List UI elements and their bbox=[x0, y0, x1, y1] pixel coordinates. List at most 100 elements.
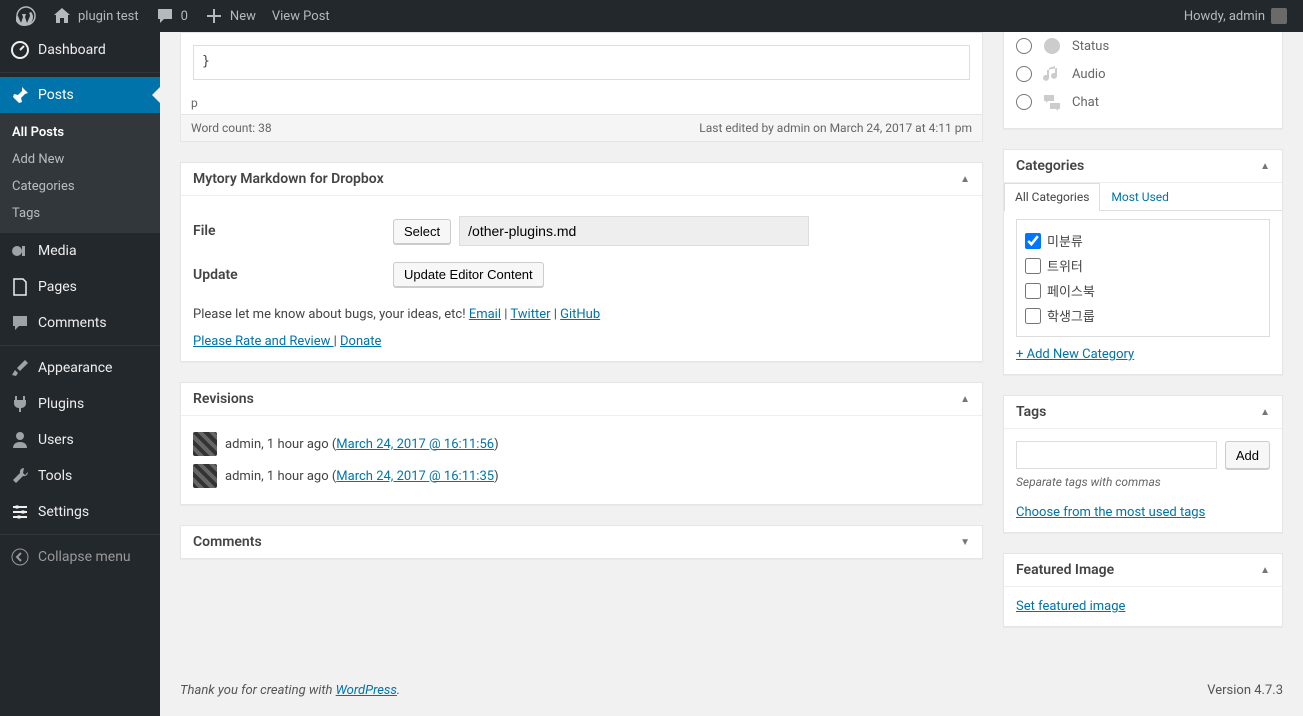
format-audio[interactable]: Audio bbox=[1016, 60, 1270, 88]
user-icon bbox=[10, 430, 30, 450]
tab-most-used[interactable]: Most Used bbox=[1100, 183, 1180, 210]
menu-dashboard[interactable]: Dashboard bbox=[0, 32, 160, 68]
mytory-markdown-box: Mytory Markdown for Dropbox ▲ File Selec… bbox=[180, 162, 983, 362]
tab-all-categories[interactable]: All Categories bbox=[1004, 183, 1100, 211]
format-status[interactable]: Status bbox=[1016, 32, 1270, 60]
avatar bbox=[1271, 8, 1287, 24]
category-list: 미분류 트위터 페이스북 학생그룹 bbox=[1016, 219, 1270, 337]
file-path-input[interactable] bbox=[459, 216, 809, 246]
donate-link[interactable]: Donate bbox=[340, 334, 381, 349]
editor-container: } p Word count: 38 Last edited by admin … bbox=[180, 32, 983, 142]
home-icon bbox=[52, 6, 72, 26]
brush-icon bbox=[10, 358, 30, 378]
toggle-icon[interactable]: ▲ bbox=[960, 174, 970, 185]
version-text: Version 4.7.3 bbox=[1207, 683, 1283, 698]
wp-logo[interactable] bbox=[8, 0, 44, 32]
comments-title: Comments bbox=[193, 534, 262, 550]
status-icon bbox=[1042, 36, 1062, 56]
toggle-icon[interactable]: ▲ bbox=[960, 394, 970, 405]
toggle-icon[interactable]: ▲ bbox=[1260, 565, 1270, 576]
set-featured-link[interactable]: Set featured image bbox=[1016, 599, 1125, 614]
github-link[interactable]: GitHub bbox=[560, 307, 600, 322]
new-content[interactable]: New bbox=[196, 0, 264, 32]
media-icon bbox=[10, 241, 30, 261]
submenu-tags[interactable]: Tags bbox=[0, 200, 160, 227]
last-edited: Last edited by admin on March 24, 2017 a… bbox=[699, 121, 972, 135]
editor-element-path[interactable]: p bbox=[181, 92, 982, 114]
menu-comments[interactable]: Comments bbox=[0, 305, 160, 341]
comments-link[interactable]: 0 bbox=[147, 0, 196, 32]
submenu-add-new[interactable]: Add New bbox=[0, 146, 160, 173]
howdy-account[interactable]: Howdy, admin bbox=[1176, 0, 1295, 32]
plug-icon bbox=[10, 394, 30, 414]
plus-icon bbox=[204, 6, 224, 26]
wordpress-icon bbox=[16, 6, 36, 26]
category-item[interactable]: 미분류 bbox=[1025, 228, 1261, 253]
word-count: Word count: 38 bbox=[191, 121, 272, 135]
comments-count: 0 bbox=[181, 9, 188, 24]
submenu-all-posts[interactable]: All Posts bbox=[0, 119, 160, 146]
featured-title: Featured Image bbox=[1016, 562, 1114, 578]
revision-link[interactable]: March 24, 2017 @ 16:11:35 bbox=[336, 469, 494, 484]
category-item[interactable]: 학생그룹 bbox=[1025, 303, 1261, 328]
page-icon bbox=[10, 277, 30, 297]
submenu-categories[interactable]: Categories bbox=[0, 173, 160, 200]
editor-content[interactable]: } bbox=[181, 33, 982, 92]
wordpress-link[interactable]: WordPress bbox=[336, 683, 397, 698]
menu-media[interactable]: Media bbox=[0, 233, 160, 269]
tags-title: Tags bbox=[1016, 404, 1046, 420]
collapse-menu[interactable]: Collapse menu bbox=[0, 539, 160, 575]
site-name: plugin test bbox=[78, 9, 139, 24]
category-item[interactable]: 페이스북 bbox=[1025, 278, 1261, 303]
feedback-text: Please let me know about bugs, your idea… bbox=[193, 307, 469, 322]
add-tag-button[interactable]: Add bbox=[1225, 441, 1270, 469]
avatar bbox=[193, 432, 217, 456]
choose-tags-link[interactable]: Choose from the most used tags bbox=[1016, 505, 1205, 520]
tag-input[interactable] bbox=[1016, 441, 1217, 469]
categories-title: Categories bbox=[1016, 158, 1084, 174]
revisions-box: Revisions ▲ admin, 1 hour ago (March 24,… bbox=[180, 382, 983, 505]
menu-plugins[interactable]: Plugins bbox=[0, 386, 160, 422]
menu-pages[interactable]: Pages bbox=[0, 269, 160, 305]
menu-appearance[interactable]: Appearance bbox=[0, 350, 160, 386]
twitter-link[interactable]: Twitter bbox=[510, 307, 550, 322]
toggle-icon[interactable]: ▲ bbox=[1260, 407, 1270, 418]
add-category-link[interactable]: + Add New Category bbox=[1016, 347, 1134, 362]
view-post[interactable]: View Post bbox=[264, 0, 338, 32]
menu-tools[interactable]: Tools bbox=[0, 458, 160, 494]
category-item[interactable]: 트위터 bbox=[1025, 253, 1261, 278]
menu-posts[interactable]: Posts bbox=[0, 77, 160, 113]
rate-link[interactable]: Please Rate and Review bbox=[193, 334, 334, 349]
pin-icon bbox=[10, 85, 30, 105]
format-box: Status Audio Chat bbox=[1003, 32, 1283, 129]
toggle-icon[interactable]: ▲ bbox=[1260, 161, 1270, 172]
toggle-icon[interactable]: ▼ bbox=[960, 537, 970, 548]
comments-box: Comments ▼ bbox=[180, 525, 983, 559]
featured-image-box: Featured Image ▲ Set featured image bbox=[1003, 553, 1283, 627]
comment-icon bbox=[10, 313, 30, 333]
tags-hint: Separate tags with commas bbox=[1016, 475, 1270, 489]
new-label: New bbox=[230, 9, 256, 24]
revision-link[interactable]: March 24, 2017 @ 16:11:56 bbox=[336, 437, 494, 452]
tags-box: Tags ▲ Add Separate tags with commas Cho… bbox=[1003, 395, 1283, 533]
update-editor-button[interactable]: Update Editor Content bbox=[393, 262, 544, 287]
select-file-button[interactable]: Select bbox=[393, 219, 451, 244]
menu-users[interactable]: Users bbox=[0, 422, 160, 458]
menu-settings[interactable]: Settings bbox=[0, 494, 160, 530]
admin-bar: plugin test 0 New View Post Howdy, admin bbox=[0, 0, 1303, 32]
format-chat[interactable]: Chat bbox=[1016, 88, 1270, 116]
chat-icon bbox=[1042, 92, 1062, 112]
revisions-title: Revisions bbox=[193, 391, 254, 407]
email-link[interactable]: Email bbox=[469, 307, 501, 322]
wrench-icon bbox=[10, 466, 30, 486]
revision-row: admin, 1 hour ago (March 24, 2017 @ 16:1… bbox=[193, 460, 970, 492]
comment-icon bbox=[155, 6, 175, 26]
submenu-posts: All Posts Add New Categories Tags bbox=[0, 113, 160, 233]
dashboard-icon bbox=[10, 40, 30, 60]
mytory-title: Mytory Markdown for Dropbox bbox=[193, 171, 384, 187]
site-home[interactable]: plugin test bbox=[44, 0, 147, 32]
sliders-icon bbox=[10, 502, 30, 522]
update-label: Update bbox=[193, 267, 393, 283]
categories-box: Categories ▲ All Categories Most Used 미분… bbox=[1003, 149, 1283, 375]
collapse-icon bbox=[10, 547, 30, 567]
